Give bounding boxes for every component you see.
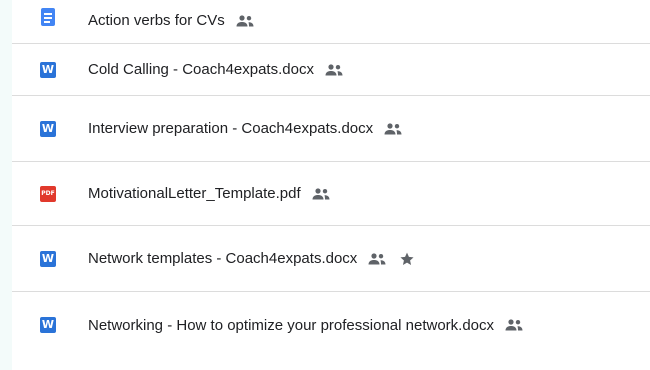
file-list: Action verbs for CVs W Cold Calling - Co… xyxy=(12,0,650,370)
file-row-network-templates[interactable]: W Network templates - Coach4expats.docx xyxy=(12,226,650,292)
file-row-action-verbs[interactable]: Action verbs for CVs xyxy=(12,0,650,44)
file-row-networking[interactable]: W Networking - How to optimize your prof… xyxy=(12,292,650,358)
file-name-container: Cold Calling - Coach4expats.docx xyxy=(88,61,344,78)
word-icon: W xyxy=(40,120,56,137)
word-icon: W xyxy=(40,317,56,333)
file-name: Action verbs for CVs xyxy=(88,12,225,29)
word-icon: W xyxy=(40,250,56,267)
file-name: Cold Calling - Coach4expats.docx xyxy=(88,61,314,78)
file-name: Networking - How to optimize your profes… xyxy=(88,316,495,334)
people-icon xyxy=(384,122,402,134)
file-name-container: Networking - How to optimize your profes… xyxy=(88,317,524,334)
file-name-container: MotivationalLetter_Template.pdf xyxy=(88,185,331,202)
people-icon xyxy=(325,63,343,75)
file-name-container: Interview preparation - Coach4expats.doc… xyxy=(88,120,403,137)
file-name: Interview preparation - Coach4expats.doc… xyxy=(88,120,374,137)
people-icon xyxy=(505,319,523,331)
people-icon xyxy=(312,187,330,199)
star-icon[interactable] xyxy=(399,251,415,267)
pdf-icon: PDF xyxy=(40,185,56,202)
people-icon xyxy=(368,252,386,264)
file-row-cold-calling[interactable]: W Cold Calling - Coach4expats.docx xyxy=(12,44,650,96)
file-name: Network templates - Coach4expats.docx xyxy=(88,250,358,267)
people-icon xyxy=(236,14,254,26)
file-row-motivational-letter[interactable]: PDF MotivationalLetter_Template.pdf xyxy=(12,162,650,226)
file-name-container: Action verbs for CVs xyxy=(88,12,255,29)
file-name-container: Network templates - Coach4expats.docx xyxy=(88,250,415,267)
word-icon: W xyxy=(40,61,56,78)
file-row-interview-preparation[interactable]: W Interview preparation - Coach4expats.d… xyxy=(12,96,650,162)
file-name: MotivationalLetter_Template.pdf xyxy=(88,185,301,202)
google-docs-icon xyxy=(41,7,55,26)
